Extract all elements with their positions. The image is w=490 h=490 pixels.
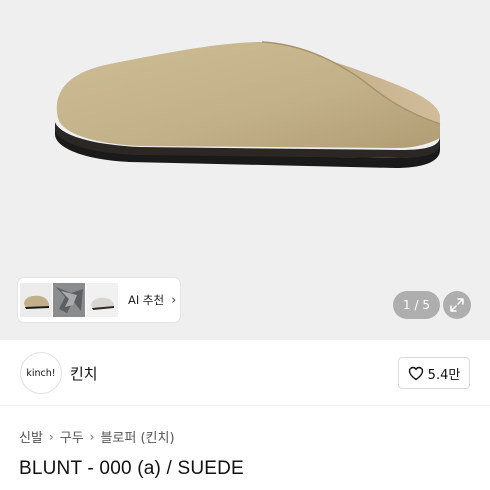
chevron-right-icon: › <box>48 429 54 444</box>
thumbnail-2[interactable] <box>53 283 85 317</box>
thumbnail-strip: AI 추천 › <box>18 278 180 322</box>
brand-name[interactable]: 킨치 <box>70 363 98 384</box>
ai-recommend-label: AI 추천 <box>128 293 165 307</box>
brand-row: kinch! 킨치 5.4만 <box>0 340 490 406</box>
thumbnail-3[interactable] <box>86 283 118 317</box>
brand-logo[interactable]: kinch! <box>20 352 62 394</box>
product-image-gallery[interactable]: AI 추천 › 1 / 5 <box>0 0 490 340</box>
breadcrumb-item-bloafer[interactable]: 블로퍼 (킨치) <box>100 427 174 446</box>
heart-icon <box>408 366 423 380</box>
like-button[interactable]: 5.4만 <box>398 357 470 389</box>
thumbnail-1[interactable] <box>20 283 52 317</box>
image-counter: 1 / 5 <box>393 291 440 319</box>
like-count: 5.4만 <box>427 367 461 383</box>
brand-logo-text: kinch! <box>26 367 56 379</box>
breadcrumb-item-shoes[interactable]: 신발 <box>19 427 43 446</box>
product-title: BLUNT - 000 (a) / SUEDE <box>19 458 244 479</box>
chevron-right-icon: › <box>171 292 177 308</box>
expand-icon[interactable] <box>443 291 471 319</box>
breadcrumb-item-dress-shoes[interactable]: 구두 <box>60 427 84 446</box>
breadcrumb: 신발 › 구두 › 블로퍼 (킨치) <box>19 427 175 447</box>
chevron-right-icon: › <box>89 429 95 444</box>
ai-recommend-button[interactable]: AI 추천 › <box>128 292 176 308</box>
